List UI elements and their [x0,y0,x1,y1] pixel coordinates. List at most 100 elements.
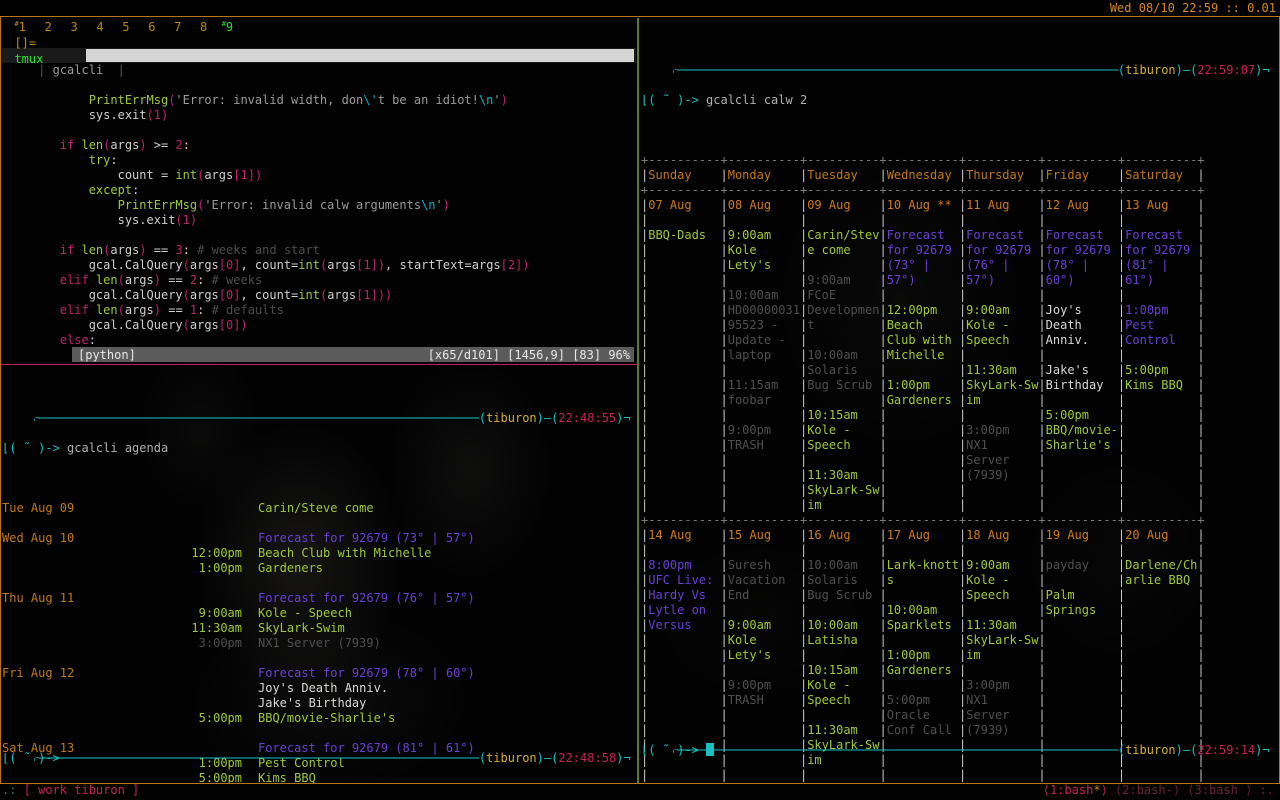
agenda-description: Kims BBQ [258,771,316,783]
tmux-status-bar-bottom[interactable]: ⟨1:bash*⟩ ⟨2:bash-⟩ ⟨3:bash ⟩ :. [1043,782,1274,798]
calendar-input-line[interactable]: ⌊( ˜ )-> [641,743,715,758]
calendar-event-row: | |9:00pm |Kole - | |3:00pm | | | [641,678,1205,692]
agenda-entry: Joy's Death Anniv. [2,681,636,696]
tmux-status-rule [0,16,1280,17]
agenda-description: Joy's Death Anniv. [258,681,389,695]
calendar-output: +----------+----------+----------+------… [641,138,1278,783]
agenda-terminal-pane[interactable]: ⌌───────────────────────────────────────… [2,366,636,783]
agenda-description: SkyLark-Swim [258,621,345,635]
tmux-window-8[interactable]: 8 [200,20,207,34]
agenda-date: Wed Aug 10 [2,531,75,545]
vim-status-bar: [python] [x65/d101] [1456,9] [83] 96% [72,347,634,362]
tmux-window-9[interactable]: 9 [226,20,233,34]
vim-status-metrics: [x65/d101] [1456,9] [83] 96% [427,348,630,362]
tmux-status-bar-top[interactable]: #1 2 3 4 5 6 7 8 #9 []= tmux Wed 08/10 2… [0,0,1280,66]
code-line: if len(args) == 3: # weeks and start [59,243,320,257]
agenda-command-text: gcalcli agenda [67,441,169,455]
calendar-command-line[interactable]: ⌊( ˜ )-> gcalcli calw 2 [641,93,1278,108]
pane-divider-vertical[interactable] [637,18,639,783]
agenda-time: 9:00am [198,606,242,620]
agenda-date: Thu Aug 11 [2,591,75,605]
code-line: count = int(args[1]) [117,168,263,182]
pane-divider-horizontal[interactable] [0,364,637,365]
agenda-entry: Jake's Birthday [2,696,636,711]
calendar-event-row: | |foobar | |Gardeners |im | | | [641,393,1205,407]
calendar-event-row: |Hardy Vs |End |Bug Scrub | |Speech |Pal… [641,588,1205,602]
tmux-window-3[interactable]: 3 [70,20,77,34]
code-line: sys.exit(1) [117,213,198,227]
calendar-event-row: | |95523 - |t |Beach |Kole - |Death |Pes… [641,318,1205,332]
vim-tab-label[interactable]: gcalcli [53,63,104,77]
tmux-window-list[interactable]: #1 2 3 4 5 6 7 8 #9 [14,20,254,34]
agenda-entry: Tue Aug 09 Carin/Steve come [2,501,636,516]
code-line: except: [88,183,140,197]
calendar-event-row: | | |10:15am | | |5:00pm | | [641,408,1205,422]
tmux-bottom-window[interactable]: ⟨1:bash [1043,783,1094,797]
agenda-time: 5:00pm [198,711,242,725]
window-border-left [0,17,1,783]
calendar-terminal-pane[interactable]: ⌌───────────────────────────────────────… [641,18,1278,783]
vim-tab-separator-2: | [103,63,125,77]
agenda-entry: 3:00pm NX1 Server (7939) [2,636,636,651]
calendar-event-row: | |Kole |Latisha | |SkyLark-Sw| | | [641,633,1205,647]
calendar-event-row: | |HD00000031|Developmen|12:00pm |9:00am… [641,303,1205,317]
agenda-spacer [2,516,636,531]
calendar-event-row: | | | | | | | | [641,768,1205,782]
agenda-date: Fri Aug 12 [2,666,75,680]
tmux-window-7[interactable]: 7 [174,20,181,34]
tmux-bottom-suffix: :. [1259,783,1274,797]
calendar-event-row: | |10:00am |FCoE | | | | | [641,288,1205,302]
vim-tabline[interactable]: | gcalcli | [2,48,636,77]
agenda-prompt-rule: ⌌───────────────────────────────────────… [30,411,631,425]
code-line: gcal.CalQuery(args[0]) [88,318,248,332]
footer-rule-line: ⌌───────────────────────────────────────… [669,743,1118,757]
calendar-event-row: | | |SkyLark-Sw| | | | | [641,483,1205,497]
vim-code-buffer[interactable]: PrintErrMsg('Error: invalid width, don\'… [2,93,636,363]
code-line: gcal.CalQuery(args[0], count=int(args[1]… [88,258,530,272]
tmux-window-6[interactable]: 6 [148,20,155,34]
calendar-event-row: | | |11:30am | |(7939) | | | [641,468,1205,482]
agenda-time: 11:30am [191,621,242,635]
calendar-footer-rule: ⌌───────────────────────────────────────… [669,743,1270,757]
tmux-bottom-window[interactable]: ⟨3:bash [1187,783,1238,797]
code-line: elif len(args) == 2: # weeks [59,273,263,287]
calendar-event-row: | | |im | | | | | [641,498,1205,512]
vim-editor-pane[interactable]: | gcalcli | PrintErrMsg('Error: invalid … [2,18,636,363]
calendar-event-row: | | | | | | | | [641,543,1205,557]
agenda-footer-rule: ⌌───────────────────────────────────────… [30,751,631,765]
agenda-description: Forecast for 92679 (73° | 57°) [258,531,475,545]
vim-status-filetype: [python] [78,348,136,362]
agenda-description: Forecast for 92679 (76° | 57°) [258,591,475,605]
calendar-event-row: | | | |Oracle |Server | | | [641,708,1205,722]
agenda-input-line[interactable]: ⌊( ˜ )-> [2,751,60,766]
tmux-session-name[interactable]: tmux [14,52,43,66]
calendar-event-row: | |TRASH |Speech |5:00pm |NX1 | | | [641,693,1205,707]
terminal-cursor[interactable] [706,743,715,756]
calendar-event-row: | | |10:15am |Gardeners | | | | [641,663,1205,677]
agenda-entry: 5:00pm BBQ/movie-Sharlie's [2,711,636,726]
tmux-layout-indicator[interactable]: []= [14,36,36,50]
agenda-description: Carin/Steve come [258,501,374,515]
agenda-description: NX1 Server (7939) [258,636,381,650]
tmux-window-5[interactable]: 5 [122,20,129,34]
tmux-window-4[interactable]: 4 [96,20,103,34]
calendar-event-row: | |TRASH |Speech | |NX1 |Sharlie's | | [641,438,1205,452]
agenda-entry: 11:30am SkyLark-Swim [2,621,636,636]
tmux-bottom-window[interactable]: ⟨2:bash [1115,783,1166,797]
calendar-event-row: | |Lety's | |1:00pm |im | | | [641,648,1205,662]
calendar-separator: +----------+----------+----------+------… [641,183,1205,197]
tmux-window-marker: - [1165,783,1173,797]
agenda-time: 5:00pm [198,771,242,783]
agenda-time: 1:00pm [198,561,242,575]
tmux-window-1[interactable]: 1 [19,20,26,34]
agenda-entry: Thu Aug 11 Forecast for 92679 (76° | 57°) [2,591,636,606]
agenda-entry: 12:00pm Beach Club with Michelle [2,546,636,561]
calendar-event-row: |8:00pm |Suresh |10:00am |Lark-knott|9:0… [641,558,1205,572]
agenda-description: Kole - Speech [258,606,352,620]
calendar-separator: +----------+----------+----------+------… [641,513,1205,527]
agenda-entry: 9:00am Kole - Speech [2,606,636,621]
vim-status-line: gcalcli [python] [x65/d101] [1456,9] [83… [2,346,636,363]
tmux-window-2[interactable]: 2 [45,20,52,34]
agenda-command-line[interactable]: ⌊( ˜ )-> gcalcli agenda [2,441,636,456]
